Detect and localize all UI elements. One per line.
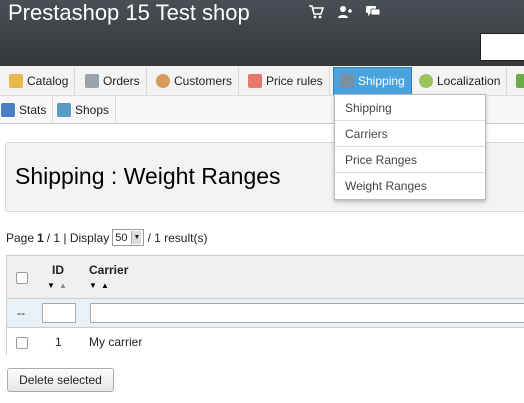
tab-label: Shops (75, 103, 110, 117)
row-checkbox[interactable] (16, 337, 28, 349)
tab-label: Price rules (266, 74, 323, 88)
chart-icon (1, 103, 15, 117)
sort-desc-icon[interactable]: ▼ (89, 281, 97, 290)
submenu-shipping[interactable]: Shipping (335, 95, 485, 121)
tab-label: Localization (437, 74, 501, 88)
table-header: ID ▼ ▲ Carrier ▼ ▲ (7, 256, 524, 299)
filter-row: -- (7, 299, 524, 328)
submenu-weight-ranges[interactable]: Weight Ranges (335, 173, 485, 199)
filter-carrier-input[interactable] (90, 303, 524, 323)
globe-icon (419, 74, 433, 88)
tab-more[interactable] (510, 67, 524, 95)
home-icon (57, 103, 71, 117)
delete-selected-button[interactable]: Delete selected (7, 368, 114, 392)
top-header: Prestashop 15 Test shop (0, 0, 524, 66)
shipping-submenu: Shipping Carriers Price Ranges Weight Ra… (334, 94, 486, 200)
page-current: 1 (37, 230, 44, 245)
chevron-down-icon: ▼ (131, 231, 142, 244)
submenu-carriers[interactable]: Carriers (335, 121, 485, 147)
sort-asc-icon[interactable]: ▲ (59, 281, 67, 290)
tab-label: Orders (103, 74, 140, 88)
price-tag-icon (248, 74, 262, 88)
pagination: Page 1 / 1 | Display 50 ▼ / 1 result(s) (6, 229, 207, 246)
tab-price-rules[interactable]: Price rules (242, 67, 330, 95)
tab-shops[interactable]: Shops (51, 96, 117, 124)
truck-icon (340, 74, 354, 88)
column-carrier: Carrier (89, 263, 129, 277)
tab-label: Shipping (358, 74, 405, 88)
sort-asc-icon[interactable]: ▲ (101, 281, 109, 290)
tab-label: Catalog (27, 74, 69, 88)
page-title: Shipping : Weight Ranges (15, 163, 281, 189)
cart-icon (85, 74, 99, 88)
shop-title[interactable]: Prestashop 15 Test shop (8, 0, 250, 26)
tab-label: Customers (174, 74, 233, 88)
filter-placeholder: -- (17, 306, 25, 320)
row-id: 1 (55, 335, 62, 349)
header-search-input[interactable] (480, 33, 524, 61)
modules-icon (516, 74, 524, 88)
tab-localization[interactable]: Localization (413, 67, 508, 95)
folder-icon (9, 74, 23, 88)
filter-id-input[interactable] (42, 303, 76, 323)
main-menu: Catalog Orders Customers Price rules Shi… (0, 66, 524, 96)
tab-catalog[interactable]: Catalog (3, 67, 76, 95)
cart-icon[interactable] (308, 4, 325, 20)
page-total: / 1 | Display (46, 230, 110, 245)
tab-customers[interactable]: Customers (150, 67, 240, 95)
results-count: / 1 result(s) (147, 230, 208, 245)
column-id: ID (52, 263, 64, 277)
table-row[interactable]: 1 My carrier (7, 328, 524, 356)
user-icon (156, 74, 170, 88)
sort-desc-icon[interactable]: ▼ (47, 281, 55, 290)
display-select[interactable]: 50 ▼ (112, 229, 145, 246)
weight-ranges-table: ID ▼ ▲ Carrier ▼ ▲ -- 1 My carrier (6, 255, 524, 356)
row-carrier: My carrier (89, 335, 143, 349)
tab-orders[interactable]: Orders (79, 67, 147, 95)
display-value: 50 (115, 231, 128, 244)
tab-label: Stats (19, 103, 47, 117)
tab-shipping[interactable]: Shipping (333, 67, 412, 95)
messages-icon[interactable] (365, 4, 381, 20)
submenu-price-ranges[interactable]: Price Ranges (335, 147, 485, 173)
select-all-checkbox[interactable] (16, 272, 28, 284)
page-label: Page (6, 230, 35, 245)
tab-stats[interactable]: Stats (0, 96, 54, 124)
customers-icon[interactable] (337, 4, 353, 20)
